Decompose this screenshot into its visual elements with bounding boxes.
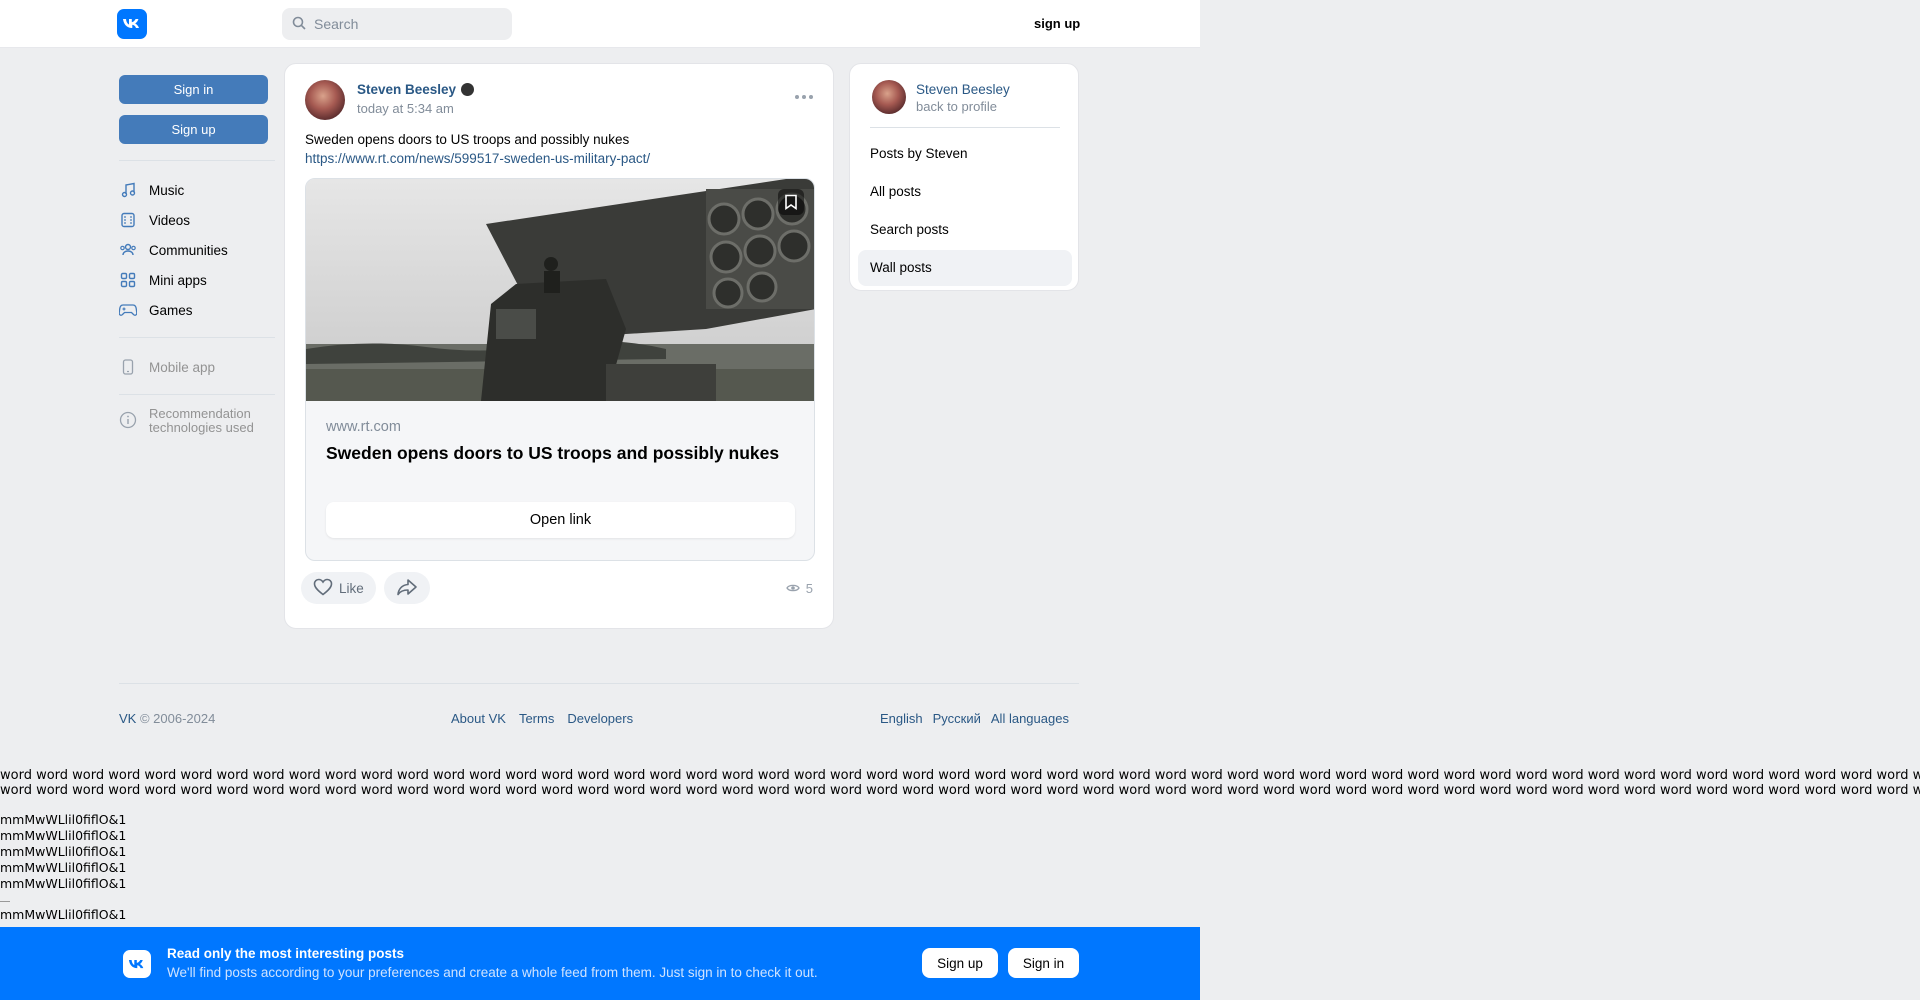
- recommendation-label: Recommendation technologies used: [149, 406, 254, 435]
- back-to-profile-link[interactable]: back to profile: [916, 99, 997, 114]
- avatar[interactable]: [872, 80, 906, 114]
- post-date[interactable]: today at 5:34 am: [357, 101, 454, 116]
- sidebar-item-games[interactable]: Games: [119, 295, 275, 325]
- signup-banner: Read only the most interesting posts We'…: [0, 927, 1200, 1000]
- search-icon: [292, 16, 314, 33]
- banner-subtitle: We'll find posts according to your prefe…: [167, 965, 818, 980]
- snippet-image[interactable]: [306, 179, 814, 401]
- footer-terms-link[interactable]: Terms: [519, 711, 554, 726]
- sidebar-divider: [119, 160, 275, 161]
- footer-about-link[interactable]: About VK: [451, 711, 506, 726]
- lang-english-link[interactable]: English: [880, 711, 923, 726]
- views-counter: 5: [786, 581, 813, 596]
- glyph-test-line: mmMwWLlil0fiflO&1: [0, 844, 127, 859]
- sidebar-divider: [119, 394, 275, 395]
- panel-item-all-posts[interactable]: All posts: [858, 174, 1072, 210]
- footer-languages: English Русский All languages: [880, 711, 1069, 726]
- games-icon: [119, 301, 137, 319]
- sidebar-item-videos[interactable]: Videos: [119, 205, 275, 235]
- sidebar-item-music[interactable]: Music: [119, 175, 275, 205]
- post-author[interactable]: Steven Beesley: [357, 82, 475, 97]
- banner-title: Read only the most interesting posts: [167, 946, 405, 961]
- left-sidebar: Sign in Sign up Music Videos Communities…: [119, 75, 275, 435]
- glyph-test-line: mmMwWLlil0fiflO&1: [0, 812, 127, 827]
- avatar[interactable]: [305, 80, 345, 120]
- post-text-body: Sweden opens doors to US troops and poss…: [305, 132, 630, 147]
- divider: [0, 901, 10, 902]
- open-link-button[interactable]: Open link: [326, 502, 795, 538]
- footer-vk-link[interactable]: VK: [119, 711, 136, 726]
- panel-item-search-posts[interactable]: Search posts: [858, 212, 1072, 248]
- like-button[interactable]: Like: [301, 572, 376, 604]
- info-icon: [119, 411, 137, 429]
- sidebar-item-label: Communities: [149, 242, 228, 258]
- banner-signup-button[interactable]: Sign up: [922, 948, 998, 978]
- vk-logo-icon[interactable]: [117, 9, 147, 39]
- communities-icon: [119, 241, 137, 259]
- glyph-test-line: mmMwWLlil0fiflO&1: [0, 907, 127, 922]
- post-url-link[interactable]: https://www.rt.com/news/599517-sweden-us…: [305, 149, 650, 168]
- top-header: Search sign up: [0, 0, 1200, 48]
- snippet-domain: www.rt.com: [326, 419, 401, 435]
- sidebar-item-communities[interactable]: Communities: [119, 235, 275, 265]
- profile-nav-panel: Steven Beesley back to profile Posts by …: [849, 63, 1079, 291]
- author-name[interactable]: Steven Beesley: [357, 82, 456, 97]
- sidebar-item-mini-apps[interactable]: Mini apps: [119, 265, 275, 295]
- panel-item-posts-by-steven[interactable]: Posts by Steven: [858, 136, 1072, 172]
- heart-icon: [313, 578, 339, 599]
- footer-developers-link[interactable]: Developers: [567, 711, 633, 726]
- sidebar-signup-button[interactable]: Sign up: [119, 115, 268, 144]
- mini-apps-icon: [119, 271, 137, 289]
- sidebar-item-label: Music: [149, 182, 185, 198]
- like-label: Like: [339, 580, 364, 596]
- eye-icon: [786, 581, 800, 596]
- glyph-test-line: mmMwWLlil0fiflO&1: [0, 876, 127, 891]
- music-icon: [119, 181, 137, 199]
- profile-name-link[interactable]: Steven Beesley: [916, 82, 1010, 97]
- phone-icon: [119, 358, 137, 376]
- footer-links: About VK Terms Developers: [451, 711, 633, 726]
- footer-copyright: VK © 2006-2024: [119, 711, 215, 726]
- post-text: Sweden opens doors to US troops and poss…: [305, 130, 650, 168]
- lang-russian-link[interactable]: Русский: [933, 711, 981, 726]
- search-input[interactable]: Search: [282, 8, 512, 40]
- glyph-test-line: mmMwWLlil0fiflO&1: [0, 860, 127, 875]
- bookmark-icon[interactable]: [778, 189, 804, 215]
- word-test-line: word word word word word word word word …: [0, 768, 1920, 783]
- recommendation-tech-link[interactable]: Recommendation technologies used: [119, 407, 275, 435]
- lang-all-link[interactable]: All languages: [991, 711, 1069, 726]
- post-actions: Like: [301, 572, 430, 604]
- sidebar-divider: [119, 337, 275, 338]
- search-placeholder: Search: [314, 16, 359, 32]
- sidebar-item-label: Mobile app: [149, 359, 216, 375]
- panel-item-wall-posts[interactable]: Wall posts: [858, 250, 1072, 286]
- sidebar-signin-button[interactable]: Sign in: [119, 75, 268, 104]
- panel-divider: [870, 127, 1060, 128]
- copyright-text: © 2006-2024: [136, 711, 216, 726]
- banner-signin-button[interactable]: Sign in: [1008, 948, 1079, 978]
- sidebar-item-mobile-app[interactable]: Mobile app: [119, 352, 275, 382]
- post-card: Steven Beesley today at 5:34 am Sweden o…: [284, 63, 834, 629]
- snippet-title[interactable]: Sweden opens doors to US troops and poss…: [326, 443, 796, 464]
- sidebar-item-label: Mini apps: [149, 272, 207, 288]
- videos-icon: [119, 211, 137, 229]
- footer-divider: [119, 683, 1079, 684]
- share-icon: [396, 578, 418, 599]
- glyph-test-line: mmMwWLlil0fiflO&1: [0, 828, 127, 843]
- header-signup-link[interactable]: sign up: [1034, 16, 1080, 31]
- share-button[interactable]: [383, 572, 430, 604]
- link-snippet[interactable]: www.rt.com Sweden opens doors to US troo…: [305, 178, 815, 561]
- bomb-icon: [461, 83, 475, 96]
- sidebar-item-label: Games: [149, 302, 193, 318]
- vk-logo-icon: [123, 950, 151, 978]
- sidebar-item-label: Videos: [149, 212, 191, 228]
- word-test-line: word word word word word word word word …: [0, 783, 1920, 798]
- panel-list: Posts by Steven All posts Search posts W…: [858, 136, 1072, 288]
- more-options-icon[interactable]: [795, 95, 813, 99]
- views-count: 5: [805, 581, 813, 596]
